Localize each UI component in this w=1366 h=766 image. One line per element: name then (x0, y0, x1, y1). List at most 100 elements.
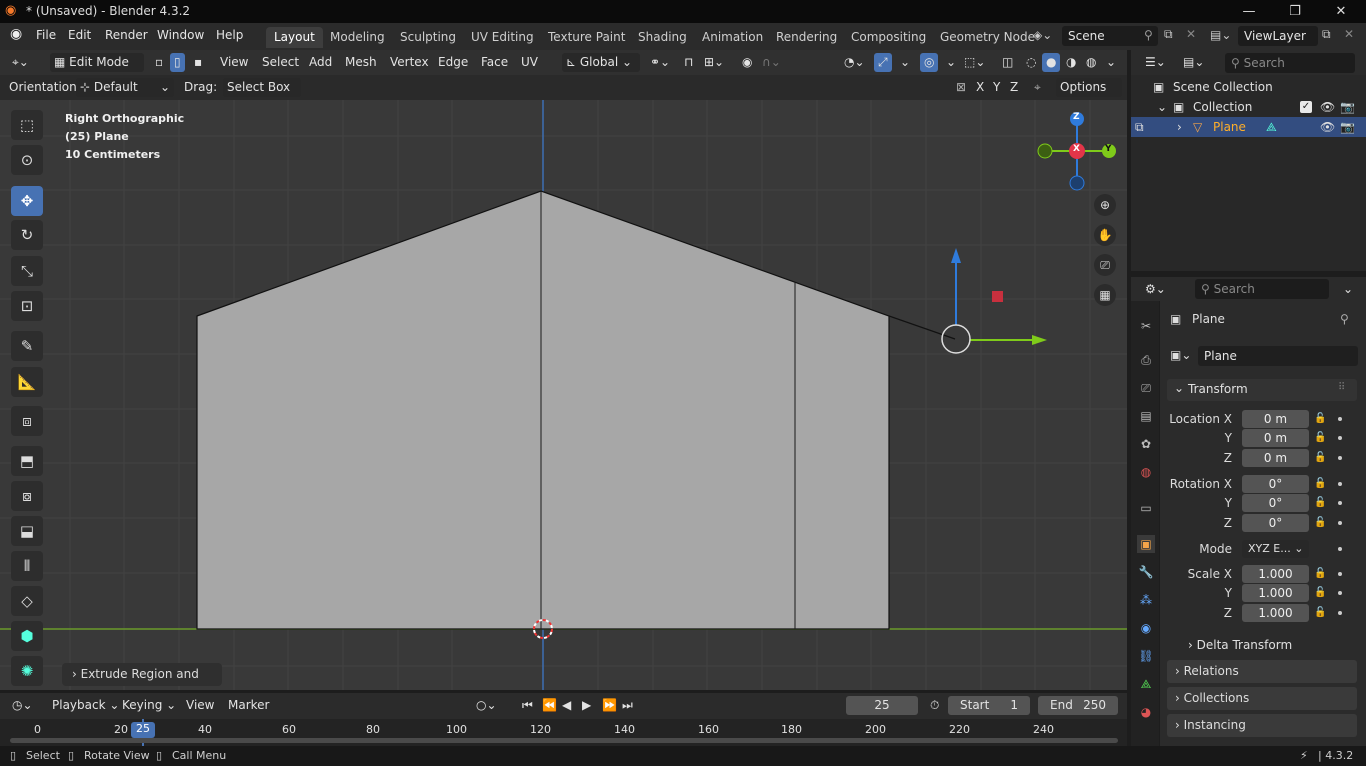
display-mode-icon[interactable]: ▤⌄ (1179, 53, 1208, 72)
keyframe-dot-icon[interactable] (1338, 521, 1342, 525)
lock-location-y-icon[interactable]: 🔓 (1314, 432, 1326, 443)
tab-shading[interactable]: Shading (630, 27, 695, 48)
collections-panel[interactable]: › Collections (1167, 687, 1357, 710)
menu-file[interactable]: File (36, 28, 56, 42)
mirror-z-toggle[interactable]: Z (1006, 78, 1022, 97)
face-select-icon[interactable]: ▪ (190, 53, 206, 72)
keyframe-dot-icon[interactable] (1338, 482, 1342, 486)
knife-tool-icon[interactable]: ◇ (11, 586, 43, 616)
end-frame-field[interactable]: End 250 (1038, 696, 1118, 715)
properties-search[interactable]: ⚲ Search (1195, 279, 1329, 299)
scene-selector-icon[interactable]: ◈⌄ (1033, 28, 1052, 42)
mesh-overlay-icon[interactable]: ⬚⌄ (960, 53, 989, 72)
physics-tab-icon[interactable]: ◉ (1137, 619, 1155, 637)
view-layer-tab-icon[interactable]: ▤ (1137, 407, 1155, 425)
transform-orientation-dropdown[interactable]: ⊾ Global ⌄ (562, 53, 640, 72)
menu-mesh[interactable]: Mesh (341, 53, 381, 72)
proportional-edit-icon[interactable]: ◉ (738, 53, 756, 72)
tab-uv-editing[interactable]: UV Editing (463, 27, 542, 48)
timeline-editor-icon[interactable]: ◷⌄ (8, 696, 37, 715)
inset-tool-icon[interactable]: ⧇ (11, 481, 43, 511)
lock-rotation-x-icon[interactable]: 🔓 (1314, 478, 1326, 489)
play-reverse-icon[interactable]: ◀ (558, 696, 575, 715)
select-box-tool-icon[interactable]: ⬚ (11, 110, 43, 140)
mirror-x-toggle[interactable]: X (972, 78, 988, 97)
collection-visibility-icon[interactable]: 👁 (1320, 97, 1335, 117)
collection-tab-icon[interactable]: ▭ (1137, 499, 1155, 517)
collapse-chevron-icon[interactable]: ⌄ (1157, 97, 1167, 117)
delta-transform-subpanel[interactable]: › Delta Transform (1188, 638, 1292, 652)
tool-tab-icon[interactable]: ✂ (1137, 317, 1155, 335)
falloff-icon[interactable]: ∩⌄ (758, 53, 785, 72)
menu-vertex[interactable]: Vertex (386, 53, 433, 72)
gizmo-dropdown-icon[interactable]: ⌄ (896, 53, 914, 72)
lock-location-x-icon[interactable]: 🔓 (1314, 413, 1326, 424)
zoom-icon[interactable]: ⊕ (1094, 194, 1116, 216)
options-dropdown[interactable]: Options ⌄ (1056, 78, 1122, 113)
keyframe-dot-icon[interactable] (1338, 572, 1342, 576)
rendered-shading-icon[interactable]: ◍ (1082, 53, 1100, 72)
3d-viewport[interactable]: Z X Y Right Orthographic (25) Plane 10 C… (0, 100, 1127, 690)
maximize-button[interactable]: ❐ (1272, 1, 1318, 22)
outliner-row-plane[interactable]: ⧉ › ▽ Plane ⟁ 👁 📷 (1131, 117, 1366, 137)
jump-start-icon[interactable]: ⏮ (518, 696, 537, 715)
material-shading-icon[interactable]: ◑ (1062, 53, 1080, 72)
close-button[interactable]: ✕ (1318, 1, 1364, 22)
menu-add[interactable]: Add (305, 53, 336, 72)
loop-cut-tool-icon[interactable]: ⫴ (11, 551, 43, 581)
tab-rendering[interactable]: Rendering (768, 27, 845, 48)
menu-window[interactable]: Window (157, 28, 204, 42)
edge-select-icon[interactable]: ▯ (170, 53, 185, 72)
rotate-tool-icon[interactable]: ↻ (11, 220, 43, 250)
pivot-point-icon[interactable]: ⚭⌄ (646, 53, 674, 72)
menu-edge[interactable]: Edge (434, 53, 472, 72)
add-cube-tool-icon[interactable]: ⧈ (11, 406, 43, 436)
scale-z-field[interactable]: 1.000 (1242, 604, 1309, 622)
mirror-icon[interactable]: ⊠ (952, 78, 970, 97)
jump-end-icon[interactable]: ⏭ (618, 696, 637, 715)
constraints-tab-icon[interactable]: ⛓ (1137, 647, 1155, 665)
keyframe-dot-icon[interactable] (1338, 436, 1342, 440)
particles-tab-icon[interactable]: ⁂ (1137, 591, 1155, 609)
plane-render-icon[interactable]: 📷 (1340, 117, 1355, 137)
rotation-x-field[interactable]: 0° (1242, 475, 1309, 493)
preview-range-icon[interactable]: ⏱ (926, 696, 943, 715)
menu-timeline-view[interactable]: View (182, 696, 218, 715)
menu-keying[interactable]: Keying ⌄ (118, 696, 180, 715)
solid-shading-icon[interactable]: ● (1042, 53, 1061, 72)
delete-view-layer-icon[interactable]: ✕ (1344, 27, 1354, 41)
menu-help[interactable]: Help (216, 28, 243, 42)
menu-playback[interactable]: Playback ⌄ (48, 696, 123, 715)
playhead-label[interactable]: 25 (131, 722, 155, 738)
relations-panel[interactable]: › Relations (1167, 660, 1357, 683)
lock-scale-x-icon[interactable]: 🔓 (1314, 568, 1326, 579)
mirror-y-toggle[interactable]: Y (989, 78, 1004, 97)
outliner-editor-icon[interactable]: ☰⌄ (1141, 53, 1170, 72)
drag-dropdown[interactable]: Select Box ⌄ (223, 78, 301, 113)
shading-dropdown-icon[interactable]: ⌄ (1102, 53, 1120, 72)
properties-editor-icon[interactable]: ⚙⌄ (1141, 280, 1170, 299)
poly-build-tool-icon[interactable]: ⬢ (11, 621, 43, 651)
pin-icon[interactable]: ⚲ (1340, 312, 1349, 326)
object-tab-icon[interactable]: ▣ (1137, 535, 1155, 553)
start-frame-field[interactable]: Start 1 (948, 696, 1030, 715)
annotate-tool-icon[interactable]: ✎ (11, 331, 43, 361)
new-scene-icon[interactable]: ⧉ (1164, 27, 1173, 42)
orientation-dropdown[interactable]: ⊹ Default ⌄ (76, 78, 174, 97)
scene-tab-icon[interactable]: ✿ (1137, 435, 1155, 453)
extruded-edge[interactable] (888, 315, 956, 340)
tab-texture-paint[interactable]: Texture Paint (540, 27, 633, 48)
view-layer-name-field[interactable]: ViewLayer (1238, 26, 1318, 46)
outliner-row-collection[interactable]: ⌄ ▣ Collection ✓ 👁 📷 (1131, 97, 1366, 117)
editor-type-icon[interactable]: ⌖⌄ (8, 53, 33, 72)
bevel-tool-icon[interactable]: ⬓ (11, 516, 43, 546)
tab-sculpting[interactable]: Sculpting (392, 27, 464, 48)
expand-chevron-icon[interactable]: › (1177, 117, 1182, 137)
mode-dropdown[interactable]: ▦ Edit Mode ⌄ (50, 53, 144, 88)
rotation-y-field[interactable]: 0° (1242, 494, 1309, 512)
keyframe-dot-icon[interactable] (1338, 611, 1342, 615)
tab-animation[interactable]: Animation (694, 27, 771, 48)
xray-toggle-icon[interactable]: ◫ (998, 53, 1017, 72)
menu-marker[interactable]: Marker (224, 696, 273, 715)
play-icon[interactable]: ▶ (578, 696, 595, 715)
